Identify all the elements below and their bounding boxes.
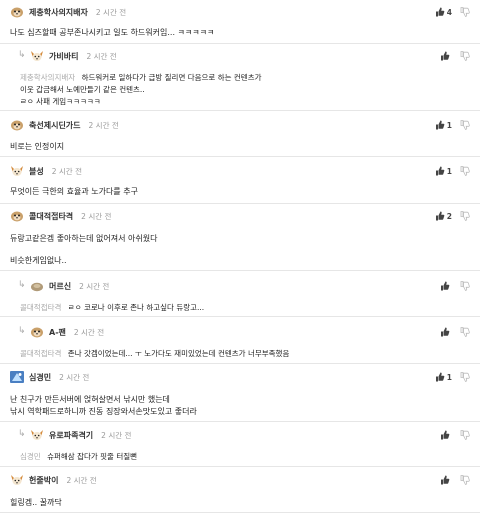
divider (0, 43, 480, 44)
divider (0, 270, 480, 271)
comment-author[interactable]: 유로파족격기 (49, 430, 93, 441)
comment-text: 비로는 인정이지 (10, 142, 65, 151)
thumb-up-icon[interactable] (435, 372, 445, 382)
thumb-up-icon[interactable] (440, 51, 450, 61)
divider (0, 363, 480, 364)
user-avatar-icon[interactable] (10, 165, 24, 177)
reply-target[interactable]: 제충학사의지배자 (20, 73, 75, 82)
user-avatar-icon[interactable] (10, 210, 24, 222)
comment-time: 2 시간 전 (59, 372, 90, 382)
reply-arrow-icon: ↳ (18, 50, 26, 60)
comment-text: 나도 심즈할때 공부존나시키고 일도 하드워커임... ㅋㅋㅋㅋㅋ (10, 28, 215, 37)
comment-text: 하드워커로 일하다가 급방 질리면 다음으로 하는 컨텐츠가 (81, 73, 262, 82)
reply-arrow-icon: ↳ (18, 280, 26, 290)
thumb-down-icon[interactable] (460, 327, 470, 337)
reply-target[interactable]: 콜대적접타격 (20, 303, 61, 312)
thumb-up-icon[interactable] (435, 7, 445, 17)
divider (0, 512, 480, 513)
comment-author[interactable]: 블성 (29, 166, 44, 177)
thumb-down-icon[interactable] (460, 166, 470, 176)
reply-target[interactable]: 콜대적접타격 (20, 349, 61, 358)
thumb-up-icon[interactable] (435, 120, 445, 130)
comment-time: 2 시간 전 (95, 7, 127, 17)
thumb-up-icon[interactable] (440, 475, 450, 485)
comment-text: ㄹㅇ 사패 게임ㅋㅋㅋㅋㅋ (20, 97, 101, 106)
comment-text: ㄹㅇ 코로나 이후로 존나 하고싶다 듀랑고... (67, 303, 205, 312)
comment-text: 힐링겜.. 꿀까닥 (10, 498, 62, 507)
thumb-down-icon[interactable] (460, 211, 470, 221)
thumb-up-icon[interactable] (440, 430, 450, 440)
reply-target[interactable]: 심경민 (20, 452, 41, 461)
divider (0, 421, 480, 422)
thumb-down-icon[interactable] (460, 475, 470, 485)
comment-time: 2 시간 전 (88, 120, 119, 130)
reply-arrow-icon: ↳ (18, 429, 26, 439)
comment-author[interactable]: 헌줄박이 (29, 475, 58, 486)
upvote-count: 1 (446, 372, 452, 382)
comment-author[interactable]: 머르신 (49, 281, 71, 292)
thumb-down-icon[interactable] (460, 120, 470, 130)
user-avatar-icon[interactable] (30, 429, 44, 441)
comment-text: 무엇이든 극한의 효율과 노가다를 추구 (10, 187, 138, 196)
upvote-count: 1 (446, 166, 452, 176)
comment-time: 2 시간 전 (79, 281, 110, 291)
user-avatar-icon[interactable] (10, 119, 24, 131)
reply-arrow-icon: ↳ (18, 326, 26, 336)
comment-text: 이웃 갑금해서 노예만들기 같은 컨텐츠.. (20, 85, 145, 94)
user-avatar-icon[interactable] (10, 6, 24, 18)
thumb-down-icon[interactable] (460, 281, 470, 291)
upvote-count: 4 (446, 7, 452, 17)
comment-time: 2 시간 전 (101, 430, 132, 440)
comment-author[interactable]: 콜대적접타격 (29, 211, 73, 222)
user-avatar-icon[interactable] (30, 326, 44, 338)
comment-text: 듀랑고같은겜 좋아하는데 없어져서 아쉬웠다 (10, 234, 158, 243)
user-avatar-icon[interactable] (30, 50, 44, 62)
user-avatar-icon[interactable] (10, 371, 24, 383)
comment-author[interactable]: 제충학사의지배자 (29, 7, 88, 18)
comment-author[interactable]: 심경민 (29, 372, 51, 383)
upvote-count: 2 (446, 211, 452, 221)
divider (0, 110, 480, 111)
comment-time: 2 시간 전 (73, 327, 105, 337)
thumb-up-icon[interactable] (440, 327, 450, 337)
comment-time: 2 시간 전 (86, 51, 117, 61)
thumb-up-icon[interactable] (435, 211, 445, 221)
comment-text: 존나 갓겜이었는데... ㅜ 노가다도 재미있었는데 컨텐츠가 너무부족했음 (67, 349, 290, 358)
divider (0, 316, 480, 317)
comment-author[interactable]: A-팬 (49, 327, 66, 338)
comment-time: 2 시간 전 (51, 166, 82, 176)
comment-author[interactable]: 축선제시딘가드 (29, 120, 81, 131)
thumb-down-icon[interactable] (460, 372, 470, 382)
user-avatar-icon[interactable] (10, 474, 24, 486)
thumb-down-icon[interactable] (460, 7, 470, 17)
comment-time: 2 시간 전 (66, 475, 97, 485)
divider (0, 203, 480, 204)
thumb-down-icon[interactable] (460, 430, 470, 440)
thumb-down-icon[interactable] (460, 51, 470, 61)
user-avatar-icon[interactable] (30, 280, 44, 292)
thumb-up-icon[interactable] (435, 166, 445, 176)
upvote-count: 1 (446, 120, 452, 130)
comment-text: 난 친구가 만든서버에 얹혀살면서 낚시만 했는데 (10, 395, 170, 404)
comment-text: 비슷한게임없나.. (10, 256, 67, 265)
comment-text: 슈퍼해삼 잡다가 핏줄 터질뻔 (47, 452, 138, 461)
thumb-up-icon[interactable] (440, 281, 450, 291)
comment-text: 낚시 역학패드로하니까 진동 징장와서손맛도있고 좋더라 (10, 407, 197, 416)
divider (0, 156, 480, 157)
divider (0, 466, 480, 467)
comment-author[interactable]: 가비바티 (49, 51, 78, 62)
comment-time: 2 시간 전 (81, 211, 112, 221)
